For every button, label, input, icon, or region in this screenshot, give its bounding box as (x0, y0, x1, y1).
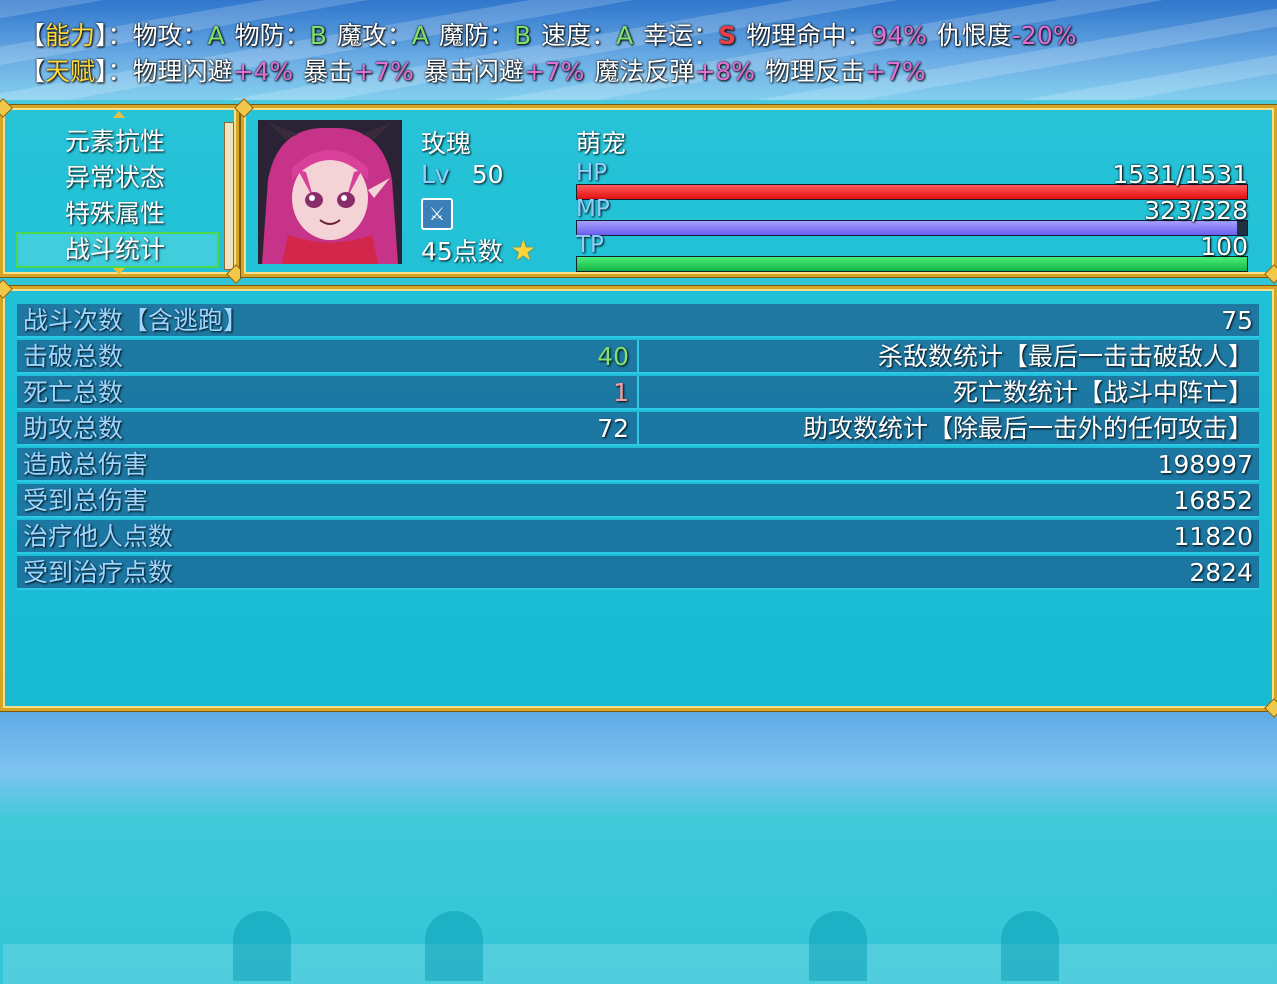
stat-value: 2824 (1189, 558, 1253, 587)
stat-luck: 幸运：S (643, 21, 737, 50)
mp-gauge: MP 323/328 (576, 196, 1248, 236)
ability-line: 【 能力 】： 物攻：A 物防：B 魔攻：A 魔防：B 速度：A 幸运：S 物理… (20, 16, 1077, 52)
stat-label: 造成总伤害 (23, 450, 149, 479)
stat-row-healing-received: 受到治疗点数 2824 (17, 556, 1259, 590)
stat-value: 16852 (1173, 486, 1253, 515)
column-divider (637, 412, 639, 446)
stat-label: 受到治疗点数 (23, 558, 174, 587)
stat-speed: 速度：A (541, 21, 634, 50)
bracket-close: 】： (95, 57, 133, 86)
command-abnormal-status[interactable]: 异常状态 (65, 160, 165, 196)
stat-magic-defense: 魔防：B (438, 21, 532, 50)
stat-value: 1 (613, 378, 629, 407)
stat-label: 受到总伤害 (23, 486, 149, 515)
actor-level: Lv 50 (421, 160, 504, 189)
stat-value: 40 (597, 342, 629, 371)
talent-counter: 物理反击+7% (765, 57, 926, 86)
background-floor (3, 944, 1277, 984)
command-window: 元素抗性 异常状态 特殊属性 战斗统计 (0, 105, 239, 277)
stat-row-deaths: 死亡总数 1 死亡数统计【战斗中阵亡】 (17, 376, 1259, 410)
bracket-open: 【 (20, 21, 46, 50)
tp-gauge: TP 100 (576, 232, 1248, 272)
background-arch (809, 911, 867, 981)
command-special-attributes[interactable]: 特殊属性 (65, 196, 165, 232)
stat-physical-attack: 物攻：A (132, 21, 225, 50)
tp-label: TP (576, 232, 604, 258)
stat-value: 11820 (1173, 522, 1253, 551)
talent-critical: 暴击+7% (303, 57, 414, 86)
stat-value: 198997 (1157, 450, 1253, 479)
stat-aggro: 仇恨度-20% (936, 21, 1077, 50)
mp-value: 323/328 (1144, 196, 1248, 225)
talent-line: 【 天赋 】： 物理闪避+4% 暴击+7% 暴击闪避+7% 魔法反弹+8% 物理… (20, 52, 926, 88)
stat-row-assists: 助攻总数 72 助攻数统计【除最后一击外的任何攻击】 (17, 412, 1259, 446)
talent-magic-reflect: 魔法反弹+8% (594, 57, 756, 86)
level-label: Lv (421, 160, 450, 189)
talent-critical-evasion: 暴击闪避+7% (423, 57, 585, 86)
menu-scrollbar[interactable] (224, 122, 234, 270)
talent-title: 天赋 (45, 57, 96, 86)
talent-physical-evasion: 物理闪避+4% (132, 57, 294, 86)
stat-description: 死亡数统计【战斗中阵亡】 (952, 378, 1253, 407)
column-divider (637, 340, 639, 374)
star-icon: ★ (510, 234, 536, 267)
ability-title: 能力 (45, 21, 96, 50)
scroll-up-arrow-icon[interactable] (113, 111, 125, 118)
bracket-close: 】： (95, 21, 133, 50)
background-arch (425, 911, 483, 981)
hp-value: 1531/1531 (1112, 160, 1248, 189)
stat-magic-attack: 魔攻：A (336, 21, 429, 50)
scroll-down-arrow-icon[interactable] (113, 268, 125, 275)
actor-status-window: 玫瑰 Lv 50 ⚔ 45点数 ★ 萌宠 HP 1531/1531 MP 323… (241, 105, 1277, 277)
points-value: 45点数 (421, 237, 503, 266)
actor-portrait (258, 120, 402, 264)
stat-label: 治疗他人点数 (23, 522, 174, 551)
command-battle-statistics[interactable]: 战斗统计 (65, 232, 165, 268)
stat-value: 75 (1221, 306, 1253, 335)
background-arch (1001, 911, 1059, 981)
stat-row-kills: 击破总数 40 杀敌数统计【最后一击击破敌人】 (17, 340, 1259, 374)
stat-description: 杀敌数统计【最后一击击破敌人】 (877, 342, 1253, 371)
background-arch (233, 911, 291, 981)
level-value: 50 (471, 160, 504, 189)
hp-label: HP (576, 160, 608, 186)
bracket-open: 【 (20, 57, 46, 86)
column-divider (637, 376, 639, 410)
actor-name: 玫瑰 (421, 129, 472, 158)
stat-value: 72 (597, 414, 629, 443)
stat-row-damage-dealt: 造成总伤害 198997 (17, 448, 1259, 482)
command-elemental-resistance[interactable]: 元素抗性 (65, 124, 165, 160)
actor-points: 45点数 ★ (421, 232, 536, 268)
stat-physical-defense: 物防：B (234, 21, 327, 50)
actor-class: 萌宠 (576, 129, 627, 158)
stat-description: 助攻数统计【除最后一击外的任何攻击】 (802, 414, 1253, 443)
tp-value: 100 (1200, 232, 1248, 261)
hp-gauge: HP 1531/1531 (576, 160, 1248, 200)
stat-label: 战斗次数【含逃跑】 (23, 306, 249, 335)
state-sword-icon: ⚔ (421, 198, 453, 230)
stat-row-battle-count: 战斗次数【含逃跑】 75 (17, 304, 1259, 338)
stat-row-healing-given: 治疗他人点数 11820 (17, 520, 1259, 554)
stat-row-damage-taken: 受到总伤害 16852 (17, 484, 1259, 518)
mp-label: MP (576, 196, 610, 222)
stat-hit-rate: 物理命中：94% (746, 21, 927, 50)
